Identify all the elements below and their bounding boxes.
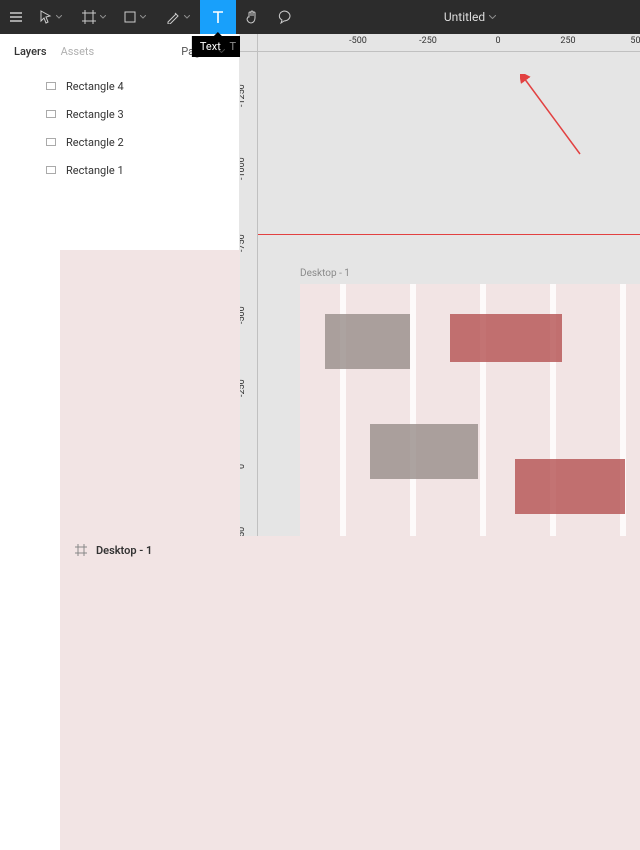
- rectangle[interactable]: [450, 314, 562, 362]
- frame-label: Desktop - 1: [300, 268, 350, 279]
- pen-tool[interactable]: [158, 0, 200, 34]
- layer-item[interactable]: Rectangle 4: [0, 72, 239, 100]
- rectangle-icon: [44, 135, 58, 149]
- ruler-vertical: -1250 -1000 -750 -500 -250 0 250: [240, 52, 258, 536]
- canvas[interactable]: -500 -250 0 250 500 -1250 -1000 -750 -50…: [240, 34, 640, 536]
- chevron-down-icon: [489, 15, 496, 19]
- layer-name: Desktop - 1: [96, 544, 152, 557]
- tooltip-shortcut: T: [230, 40, 237, 53]
- chevron-down-icon: [100, 15, 106, 19]
- rectangle-icon: [44, 107, 58, 121]
- chevron-down-icon: [184, 15, 190, 19]
- tab-assets[interactable]: Assets: [61, 45, 95, 58]
- frame-tool[interactable]: [74, 0, 116, 34]
- shape-tool[interactable]: [116, 0, 158, 34]
- hand-tool[interactable]: [236, 0, 268, 34]
- text-tool[interactable]: Text T: [200, 0, 236, 34]
- ruler-horizontal: -500 -250 0 250 500: [258, 34, 640, 52]
- tab-layers[interactable]: Layers: [14, 45, 47, 58]
- layer-name: Rectangle 2: [66, 136, 124, 149]
- layer-name: Rectangle 1: [66, 164, 124, 177]
- menu-button[interactable]: [0, 0, 32, 34]
- ruler-corner: [240, 34, 258, 52]
- rectangle[interactable]: [325, 314, 410, 369]
- annotation-arrow: [520, 74, 600, 164]
- layer-name: Rectangle 4: [66, 80, 124, 93]
- ruler-guide[interactable]: [258, 234, 640, 235]
- file-title[interactable]: Untitled: [300, 10, 640, 24]
- sidebar: Layers Assets Page 1 Desktop - 1 Rectang…: [0, 34, 240, 536]
- rectangle[interactable]: [515, 459, 625, 514]
- toolbar: Text T Untitled: [0, 0, 640, 34]
- layer-item[interactable]: Rectangle 1: [0, 156, 239, 184]
- layer-item[interactable]: Rectangle 2: [0, 128, 239, 156]
- chevron-down-icon: [140, 15, 146, 19]
- frame-icon: [74, 543, 88, 557]
- rectangle-icon: [44, 79, 58, 93]
- layer-name: Rectangle 3: [66, 108, 124, 121]
- text-tool-tooltip: Text T: [192, 36, 244, 57]
- rectangle-icon: [44, 163, 58, 177]
- rectangle[interactable]: [370, 424, 478, 479]
- move-tool[interactable]: [32, 0, 74, 34]
- comment-tool[interactable]: [268, 0, 300, 34]
- canvas-frame[interactable]: Desktop - 1: [300, 284, 640, 536]
- file-title-text: Untitled: [444, 10, 485, 24]
- chevron-down-icon: [56, 15, 62, 19]
- chevron-down-icon: [218, 49, 225, 53]
- layers-panel: Desktop - 1 Rectangle 4 Rectangle 3 Rect…: [0, 68, 239, 188]
- layer-item[interactable]: Rectangle 3: [0, 100, 239, 128]
